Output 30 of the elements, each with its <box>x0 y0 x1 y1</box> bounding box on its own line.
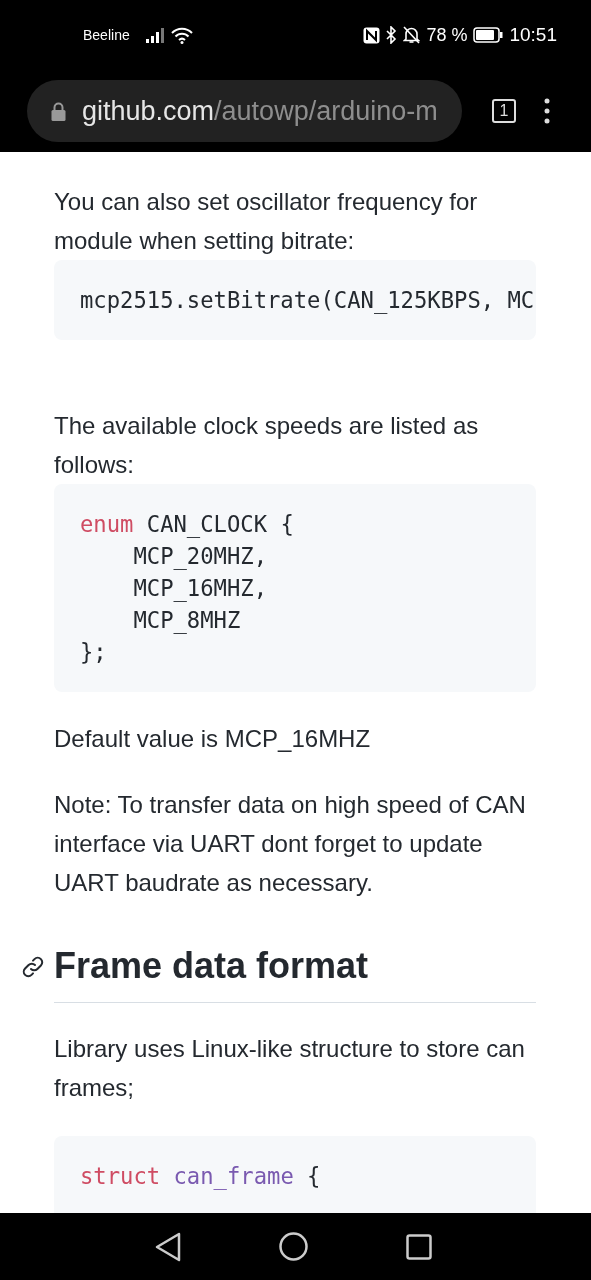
bluetooth-icon <box>386 26 398 44</box>
battery-icon <box>473 27 504 43</box>
lock-icon <box>51 101 66 121</box>
back-icon[interactable] <box>155 1231 181 1262</box>
nfc-icon <box>363 26 381 44</box>
code-line: mcp2515.setBitrate(CAN_125KBPS, MC <box>80 286 535 316</box>
menu-icon[interactable] <box>544 98 550 124</box>
address-field[interactable]: github.com/autowp/arduino-m <box>27 80 462 142</box>
code-line: MCP_16MHZ, <box>132 574 267 604</box>
wifi-icon <box>170 26 193 44</box>
paragraph: The available clock speeds are listed as follows: <box>54 411 480 480</box>
code-line: MCP_8MHZ <box>132 606 241 636</box>
code-line: enum CAN_CLOCK { <box>80 510 294 540</box>
tab-switcher-button[interactable]: 1 <box>492 99 516 123</box>
paragraph: Note: To transfer data on high speed of CAN interface via UART dont forget to update UART baudrate as necessary. <box>54 790 527 898</box>
section-heading: Frame data format <box>54 944 370 988</box>
recent-apps-icon[interactable] <box>406 1233 432 1260</box>
carrier-name: Beeline <box>83 27 130 43</box>
link-icon[interactable] <box>21 955 45 979</box>
signal-icon <box>145 27 165 43</box>
clock-time: 10:51 <box>509 24 557 46</box>
paragraph: You can also set oscillator frequency for module when setting bitrate: <box>54 187 479 256</box>
battery-percent: 78 % <box>426 24 468 46</box>
paragraph: Library uses Linux-like structure to store can frames; <box>54 1034 526 1103</box>
bell-muted-icon <box>403 26 421 44</box>
code-line: }; <box>80 638 107 667</box>
code-line: struct can_frame { <box>80 1162 321 1192</box>
code-line: MCP_20MHZ, <box>132 542 267 572</box>
paragraph: Default value is MCP_16MHZ <box>54 724 372 754</box>
home-icon[interactable] <box>279 1232 308 1261</box>
